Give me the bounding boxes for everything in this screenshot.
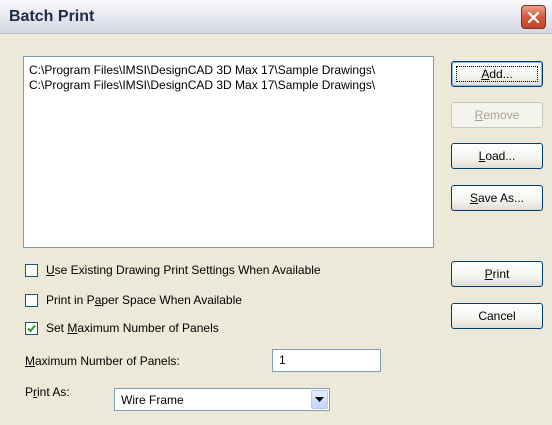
dropdown-button[interactable] — [311, 390, 328, 409]
add-button[interactable]: Add... — [451, 61, 543, 87]
list-item[interactable]: C:\Program Files\IMSI\DesignCAD 3D Max 1… — [29, 78, 375, 92]
print-as-text-pre: P — [25, 385, 34, 399]
print-as-text: int As: — [37, 385, 70, 399]
cancel-button[interactable]: Cancel — [451, 303, 543, 329]
max-panels-text-pre: Set — [46, 321, 68, 335]
print-as-value: Wire Frame — [121, 393, 184, 407]
print-label: rint — [492, 267, 510, 281]
use-existing-settings-label: Use Existing Drawing Print Settings When… — [46, 263, 321, 277]
paper-space-text: per Space When Available — [101, 293, 242, 307]
load-label: oad... — [485, 149, 516, 163]
max-panels-option[interactable]: Set Maximum Number of Panels — [25, 320, 219, 336]
add-mnemonic: A — [481, 67, 490, 81]
title-bar: Batch Print — [0, 0, 552, 34]
file-listbox[interactable]: C:\Program Files\IMSI\DesignCAD 3D Max 1… — [23, 56, 434, 248]
max-panels-text: aximum Number of Panels — [77, 321, 219, 335]
use-existing-settings-checkbox[interactable] — [25, 263, 38, 277]
use-existing-settings-option[interactable]: Use Existing Drawing Print Settings When… — [25, 262, 321, 278]
list-item[interactable]: C:\Program Files\IMSI\DesignCAD 3D Max 1… — [29, 63, 375, 77]
dialog-title: Batch Print — [9, 8, 95, 25]
remove-mnemonic: R — [474, 108, 484, 122]
paper-space-option[interactable]: Print in Paper Space When Available — [25, 292, 242, 308]
remove-button[interactable]: Remove — [451, 102, 543, 128]
add-label: dd... — [489, 67, 513, 81]
load-mnemonic: L — [478, 149, 486, 163]
save-as-mnemonic: S — [469, 191, 478, 205]
save-as-label: ave As... — [477, 191, 525, 205]
max-panels-field-mnemonic: M — [25, 354, 35, 368]
max-panels-checkbox[interactable] — [25, 321, 38, 335]
max-panels-label: Set Maximum Number of Panels — [46, 321, 219, 335]
print-as-label: Print As: — [25, 385, 70, 399]
use-existing-text: se Existing Drawing Print Settings When … — [54, 263, 321, 277]
print-mnemonic: P — [484, 267, 493, 281]
save-as-button[interactable]: Save As... — [451, 185, 543, 211]
max-panels-field-label: Maximum Number of Panels: — [25, 354, 180, 368]
use-existing-mnemonic: U — [46, 263, 55, 277]
cancel-label: Cancel — [478, 309, 516, 323]
paper-space-checkbox[interactable] — [25, 293, 38, 307]
checkmark-icon — [27, 324, 36, 332]
load-button[interactable]: Load... — [451, 143, 543, 169]
max-panels-field-text: aximum Number of Panels: — [35, 354, 180, 368]
print-button[interactable]: Print — [451, 261, 543, 287]
paper-space-text-pre: Print in P — [46, 293, 95, 307]
print-as-select[interactable]: Wire Frame — [114, 388, 330, 411]
max-panels-input[interactable]: 1 — [272, 349, 381, 372]
max-panels-mnemonic: M — [67, 321, 78, 335]
close-button[interactable] — [521, 5, 546, 29]
remove-label: emove — [483, 108, 520, 122]
close-icon — [527, 11, 540, 23]
paper-space-label: Print in Paper Space When Available — [46, 293, 242, 307]
chevron-down-icon — [315, 397, 324, 402]
